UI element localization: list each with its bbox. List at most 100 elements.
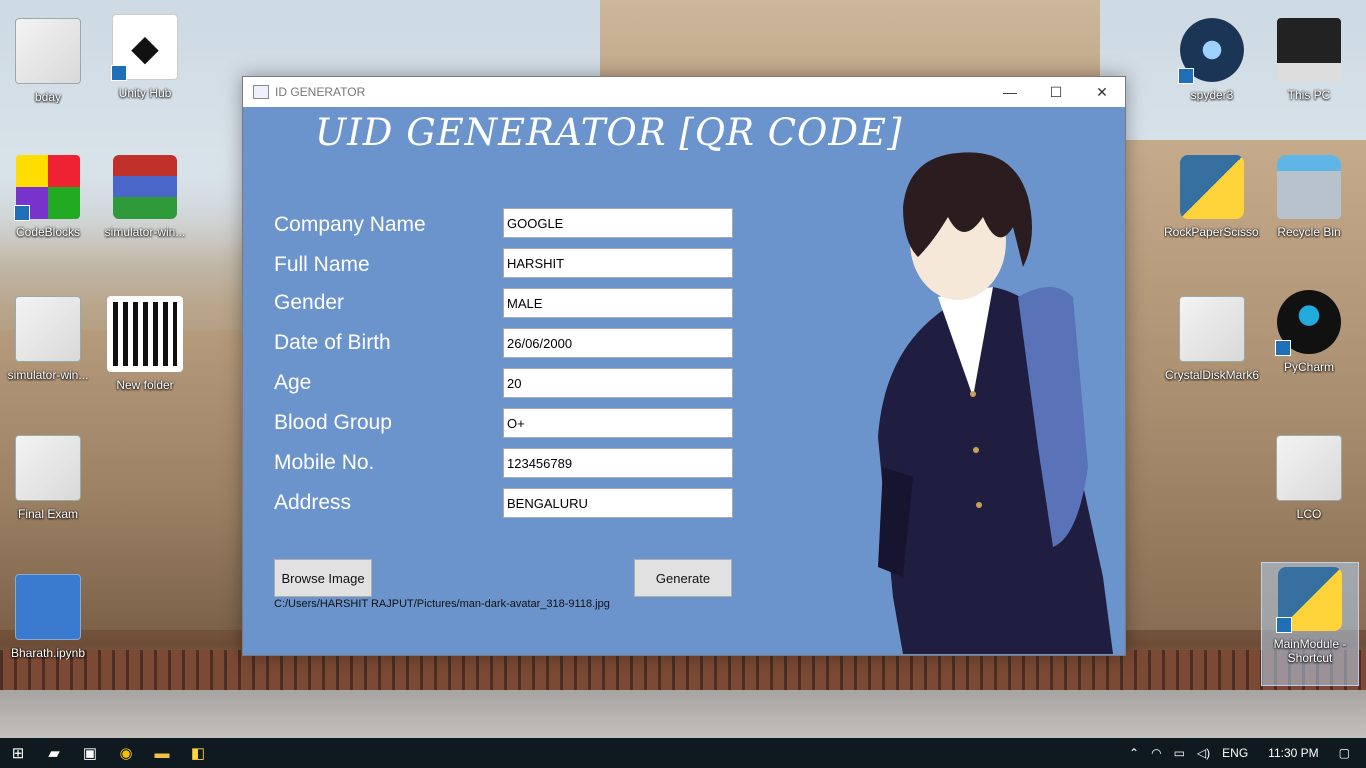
winrar-icon <box>113 155 177 219</box>
desktop-icon-new-folder[interactable]: New folder <box>97 296 193 392</box>
full-name-label: Full Name <box>274 253 370 276</box>
wallpaper-fence <box>0 650 1366 690</box>
python-icon: ◧ <box>190 745 206 762</box>
python-shortcut-icon <box>1276 567 1342 633</box>
codeblocks-icon <box>14 155 80 221</box>
shortcut-arrow-icon <box>1276 617 1292 633</box>
desktop-icon-bharath-ipynb[interactable]: Bharath.ipynb <box>0 574 96 660</box>
system-tray: ⌃ ◠ ▭ ◁) ENG 11:30 PM ▢ <box>1123 738 1366 768</box>
shortcut-arrow-icon <box>1178 68 1194 84</box>
desktop-icon-bday[interactable]: bday <box>0 18 96 104</box>
desktop-icon-label: Recycle Bin <box>1277 225 1341 239</box>
desktop-icon-simulator-unity[interactable]: simulator-win... <box>0 296 96 382</box>
desktop-icon-label: New folder <box>116 378 174 392</box>
alien-icon <box>1275 290 1341 356</box>
unity-file-icon <box>15 296 81 362</box>
desktop-icon-this-pc[interactable]: This PC <box>1261 18 1357 102</box>
desktop-icon-label: Unity Hub <box>118 86 172 100</box>
language-indicator[interactable]: ENG <box>1222 746 1248 760</box>
battery-icon[interactable]: ▭ <box>1174 746 1185 760</box>
close-button[interactable]: ✕ <box>1079 77 1125 107</box>
shortcut-arrow-icon <box>14 205 30 221</box>
desktop-icon-label: simulator-win... <box>104 225 186 239</box>
taskbar: ⊞ ▰ ▣ ◉ ▬ ◧ ⌃ ◠ ▭ ◁) ENG 11:30 PM ▢ <box>0 738 1366 768</box>
desktop-icon-label: Final Exam <box>17 507 79 521</box>
minimize-button[interactable]: — <box>987 77 1033 107</box>
photos-icon: ▣ <box>82 745 98 762</box>
blood-group-label: Blood Group <box>274 411 392 434</box>
notification-icon[interactable]: ▢ <box>1339 746 1350 760</box>
desktop-icon-label: CodeBlocks <box>15 225 81 239</box>
chevron-up-icon[interactable]: ⌃ <box>1129 746 1139 760</box>
spyder-icon <box>1178 18 1244 84</box>
taskbar-app-terminal[interactable]: ▰ <box>36 738 72 768</box>
app-window-icon <box>253 85 269 99</box>
desktop-icon-crystaldiskmark[interactable]: CrystalDiskMark6 <box>1164 296 1260 382</box>
desktop-icon-label: MainModule - Shortcut <box>1273 637 1347 665</box>
volume-icon[interactable]: ◁) <box>1197 746 1210 760</box>
generate-button[interactable]: Generate <box>634 559 732 597</box>
desktop-icon-final-exam[interactable]: Final Exam <box>0 435 96 521</box>
address-input[interactable] <box>503 488 733 518</box>
clock[interactable]: 11:30 PM <box>1268 746 1318 760</box>
file-icon <box>15 435 81 501</box>
file-icon <box>1276 435 1342 501</box>
shortcut-arrow-icon <box>111 65 127 81</box>
gender-label: Gender <box>274 291 345 314</box>
company-name-input[interactable] <box>503 208 733 238</box>
desktop-icon-recycle-bin[interactable]: Recycle Bin <box>1261 155 1357 239</box>
folder-icon: ▬ <box>154 744 170 762</box>
desktop-icon-pycharm[interactable]: PyCharm <box>1261 290 1357 374</box>
desktop-icon-simulator-rar[interactable]: simulator-win... <box>97 155 193 239</box>
desktop-icon-label: Bharath.ipynb <box>10 646 86 660</box>
age-input[interactable] <box>503 368 733 398</box>
date-of-birth-label: Date of Birth <box>274 331 391 354</box>
taskbar-app-photos[interactable]: ▣ <box>72 738 108 768</box>
browse-image-button[interactable]: Browse Image <box>274 559 372 597</box>
wallpaper-ground <box>0 690 1366 738</box>
desktop-icon-lco[interactable]: LCO <box>1261 435 1357 521</box>
desktop-icon-unity-hub[interactable]: Unity Hub <box>97 14 193 100</box>
desktop-icon-mainmodule-shortcut[interactable]: MainModule - Shortcut <box>1261 562 1359 686</box>
desktop-icon-label: RockPaperScissor <box>1164 225 1260 239</box>
desktop-icon-codeblocks[interactable]: CodeBlocks <box>0 155 96 239</box>
desktop-icon-label: bday <box>34 90 62 104</box>
mobile-number-label: Mobile No. <box>274 451 375 474</box>
wifi-icon[interactable]: ◠ <box>1151 746 1161 760</box>
windows-logo-icon: ⊞ <box>11 745 25 762</box>
page-heading: UID GENERATOR [QR CODE] <box>315 111 903 154</box>
window-titlebar[interactable]: ID GENERATOR — ☐ ✕ <box>243 77 1125 107</box>
maximize-button[interactable]: ☐ <box>1033 77 1079 107</box>
python-file-icon <box>1180 155 1244 219</box>
blood-group-input[interactable] <box>503 408 733 438</box>
taskbar-app-chrome[interactable]: ◉ <box>108 738 144 768</box>
image-path-text: C:/Users/HARSHIT RAJPUT/Pictures/man-dar… <box>274 598 610 610</box>
computer-icon <box>1277 18 1341 82</box>
qr-file-icon <box>107 296 183 372</box>
desktop-icon-rockpaperscissor[interactable]: RockPaperScissor <box>1164 155 1260 239</box>
desktop-icon-label: This PC <box>1287 88 1331 102</box>
taskbar-app-file-explorer[interactable]: ▬ <box>144 738 180 768</box>
chrome-icon: ◉ <box>119 745 133 762</box>
avatar-illustration <box>878 152 1113 654</box>
recycle-bin-icon <box>1277 155 1341 219</box>
desktop-icon-label: PyCharm <box>1283 360 1334 374</box>
unity-icon <box>111 14 178 81</box>
mobile-number-input[interactable] <box>503 448 733 478</box>
desktop-icon-spyder[interactable]: spyder3 <box>1164 18 1260 102</box>
company-name-label: Company Name <box>274 213 426 236</box>
id-generator-window: ID GENERATOR — ☐ ✕ UID GENERATOR [QR COD… <box>242 76 1126 656</box>
shortcut-arrow-icon <box>1275 340 1291 356</box>
desktop-icon-label: spyder3 <box>1190 88 1234 102</box>
date-of-birth-input[interactable] <box>503 328 733 358</box>
taskbar-app-python[interactable]: ◧ <box>180 738 216 768</box>
ipynb-icon <box>15 574 81 640</box>
full-name-input[interactable] <box>503 248 733 278</box>
desktop-icon-label: simulator-win... <box>7 368 89 382</box>
desktop-icon-label: CrystalDiskMark6 <box>1164 368 1259 382</box>
start-button[interactable]: ⊞ <box>0 738 36 768</box>
desktop-icon-label: LCO <box>1296 507 1322 521</box>
gender-input[interactable] <box>503 288 733 318</box>
window-title: ID GENERATOR <box>275 85 366 99</box>
terminal-icon: ▰ <box>48 745 60 762</box>
